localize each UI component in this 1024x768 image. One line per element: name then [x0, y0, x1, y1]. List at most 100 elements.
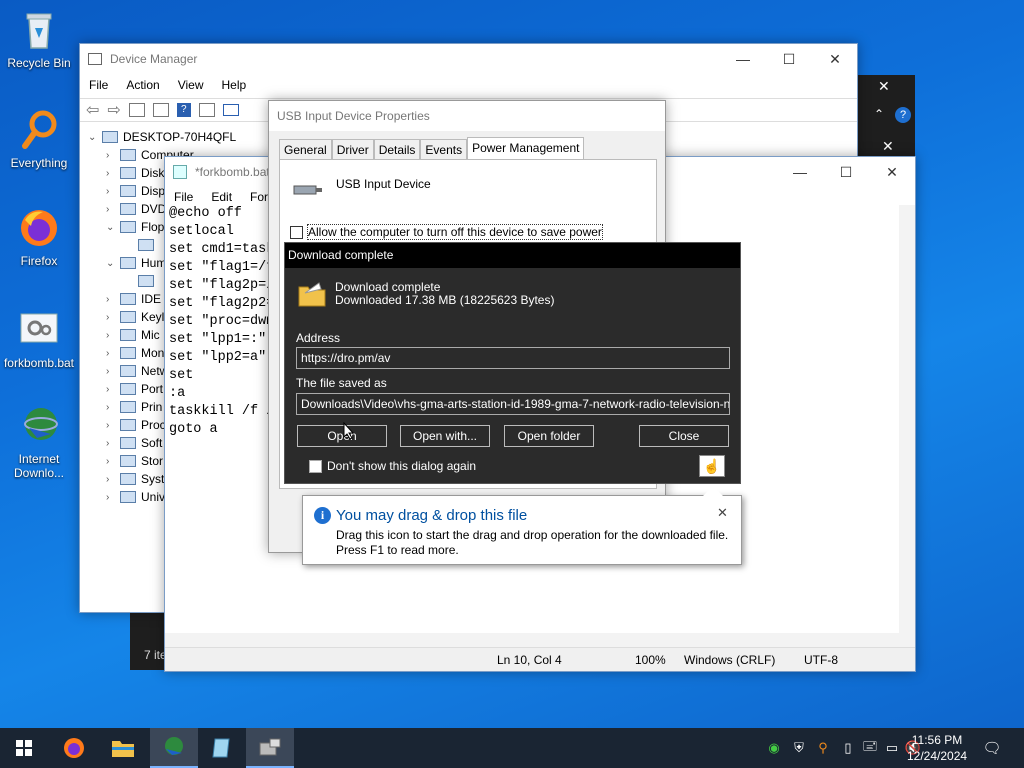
checkbox-box[interactable] — [290, 225, 303, 239]
open-folder-button[interactable]: Open folder — [504, 425, 594, 447]
minimize-button[interactable]: — — [720, 44, 766, 74]
help-icon[interactable]: ? — [895, 107, 911, 123]
idm-tray-icon[interactable]: ◉ — [766, 740, 782, 756]
menu-edit[interactable]: Edit — [202, 190, 241, 204]
tree-item[interactable]: › Soft — [106, 434, 162, 452]
dont-show-checkbox[interactable]: Don't show this dialog again — [309, 459, 476, 473]
chevron-down-icon[interactable]: ⌄ — [106, 258, 120, 269]
close-icon[interactable]: ✕ — [882, 138, 894, 155]
properties-icon[interactable] — [128, 103, 145, 117]
file-explorer-icon[interactable] — [99, 728, 147, 768]
tree-item[interactable] — [138, 236, 159, 254]
tab-power-management[interactable]: Power Management — [467, 137, 585, 160]
chevron-right-icon[interactable]: › — [106, 150, 120, 161]
chevron-down-icon[interactable]: ⌄ — [88, 132, 102, 143]
text-editor[interactable]: @echo off setlocal set cmd1=task set "flag1… — [169, 205, 274, 439]
saved-as-field[interactable]: Downloads\Video\vhs-gma-arts-station-id-… — [296, 393, 730, 415]
chevron-right-icon[interactable]: › — [106, 456, 120, 467]
close-button[interactable]: ✕ — [812, 44, 858, 74]
idm-icon[interactable] — [150, 728, 198, 768]
firefox-icon[interactable] — [50, 728, 98, 768]
monitor-icon[interactable] — [222, 104, 239, 116]
view-icon[interactable] — [198, 103, 215, 117]
chevron-right-icon[interactable]: › — [106, 330, 120, 341]
help-icon[interactable]: ? — [176, 103, 191, 117]
tree-item[interactable]: › Port — [106, 380, 163, 398]
checkbox-box[interactable] — [309, 459, 322, 473]
menu-action[interactable]: Action — [117, 78, 168, 92]
speech-icon[interactable]: 🖃 — [862, 738, 878, 756]
vertical-scrollbar[interactable] — [899, 205, 915, 649]
desktop-icon-recycle-bin[interactable]: Recycle Bin — [0, 8, 78, 70]
close-button[interactable]: ✕ — [869, 157, 915, 187]
chevron-right-icon[interactable]: › — [106, 420, 120, 431]
tree-item[interactable]: ⌄ Flop — [106, 218, 164, 236]
tree-item[interactable]: › Stor — [106, 452, 163, 470]
chevron-down-icon[interactable]: ⌄ — [106, 222, 120, 233]
tree-item[interactable]: › Disp — [106, 182, 165, 200]
chevron-right-icon[interactable]: › — [106, 402, 120, 413]
tree-item[interactable]: › Univ — [106, 488, 165, 506]
tree-item[interactable]: › Mic — [106, 326, 160, 344]
tree-item[interactable]: ⌄ Hum — [106, 254, 166, 272]
chevron-right-icon[interactable]: › — [106, 492, 120, 503]
chevron-up-icon[interactable]: ⌃ — [874, 107, 884, 121]
desktop-icon-internet-download-manager[interactable]: Internet Downlo... — [0, 404, 78, 480]
notepad-icon[interactable] — [198, 728, 246, 768]
tree-item[interactable]: › Proc — [106, 416, 166, 434]
everything-tray-icon[interactable]: ⚲ — [815, 740, 831, 756]
chevron-right-icon[interactable]: › — [106, 186, 120, 197]
network-icon[interactable]: ▭ — [884, 740, 900, 756]
desktop-icon-forkbomb[interactable]: forkbomb.bat — [0, 308, 78, 370]
menu-help[interactable]: Help — [213, 78, 256, 92]
chevron-right-icon[interactable]: › — [106, 168, 120, 179]
chevron-right-icon[interactable]: › — [106, 348, 120, 359]
address-field[interactable]: https://dro.pm/av — [296, 347, 730, 369]
open-button[interactable]: Open — [297, 425, 387, 447]
security-shield-icon[interactable]: ⛨ — [791, 740, 807, 756]
back-icon[interactable]: ⇦ — [86, 100, 99, 120]
allow-turn-off-checkbox[interactable]: Allow the computer to turn off this devi… — [290, 224, 603, 240]
windows-start-icon[interactable] — [0, 728, 48, 768]
clock[interactable]: 11:56 PM 12/24/2024 — [907, 732, 967, 764]
chevron-right-icon[interactable]: › — [106, 204, 120, 215]
desktop-icon-everything[interactable]: Everything — [0, 108, 78, 170]
forward-icon[interactable]: ⇨ — [107, 100, 120, 120]
chevron-right-icon[interactable]: › — [106, 366, 120, 377]
tooltip-close-icon[interactable]: ✕ — [717, 505, 728, 521]
chevron-right-icon[interactable]: › — [106, 294, 120, 305]
tree-item[interactable] — [138, 272, 159, 290]
desktop-icon-firefox[interactable]: Firefox — [0, 206, 78, 268]
tree-item[interactable]: › Disk — [106, 164, 164, 182]
tree-item[interactable]: › Netw — [106, 362, 168, 380]
tree-item[interactable]: › Mon — [106, 344, 164, 362]
maximize-button[interactable]: ☐ — [823, 157, 869, 187]
tree-item-label: IDE — [141, 292, 162, 306]
maximize-button[interactable]: ☐ — [766, 44, 812, 74]
chevron-right-icon[interactable]: › — [106, 312, 120, 323]
menu-view[interactable]: View — [169, 78, 213, 92]
tree-item[interactable]: › IDE — [106, 290, 161, 308]
menu-file[interactable]: File — [165, 190, 202, 204]
usb-device-icon[interactable]: ▯ — [840, 740, 856, 756]
tree-root[interactable]: ⌄ DESKTOP-70H4QFL — [88, 128, 236, 146]
minimize-button[interactable]: — — [777, 157, 823, 187]
drag-drop-icon[interactable]: ☝ — [699, 455, 725, 477]
close-button[interactable]: Close — [639, 425, 729, 447]
chevron-right-icon[interactable]: › — [106, 438, 120, 449]
horizontal-scrollbar[interactable] — [165, 633, 899, 647]
tree-item[interactable]: › Syst — [106, 470, 164, 488]
chevron-right-icon[interactable]: › — [106, 474, 120, 485]
tree-item[interactable]: › Keyl — [106, 308, 164, 326]
device-manager-icon[interactable] — [246, 728, 294, 768]
chevron-right-icon[interactable]: › — [106, 384, 120, 395]
tree-item[interactable]: › DVD — [106, 200, 166, 218]
open-with-button[interactable]: Open with... — [400, 425, 490, 447]
close-icon[interactable]: ✕ — [878, 78, 890, 95]
notification-icon[interactable]: 🗨 — [982, 740, 1001, 757]
menu-file[interactable]: File — [80, 78, 117, 92]
code-line: set — [169, 368, 194, 383]
desktop-icon-label: Firefox — [20, 254, 58, 268]
tree-item[interactable]: › Prin — [106, 398, 162, 416]
list-icon[interactable] — [152, 103, 169, 117]
